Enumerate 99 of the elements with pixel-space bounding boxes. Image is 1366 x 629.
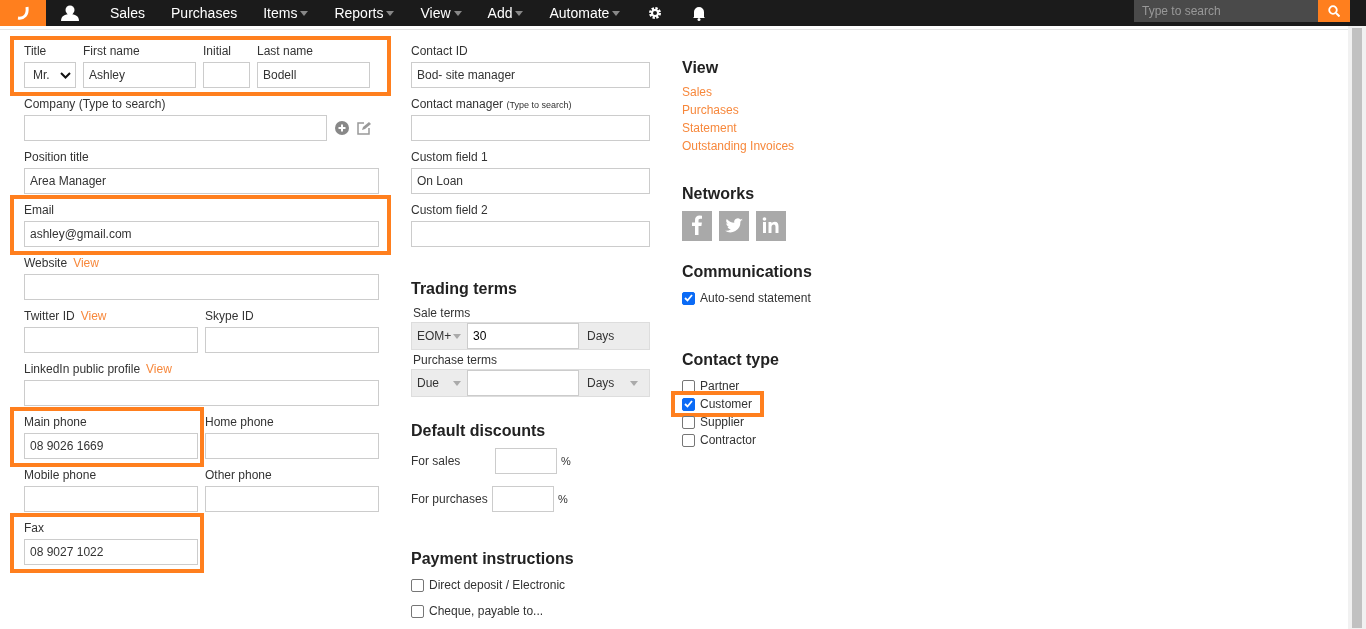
field-label: Custom field 2 bbox=[411, 203, 489, 219]
nav-menu-item[interactable]: Sales bbox=[110, 5, 146, 21]
input-field[interactable] bbox=[24, 115, 327, 141]
input-field[interactable] bbox=[411, 115, 650, 141]
field-label: Fax bbox=[24, 521, 44, 537]
input-field[interactable]: Ashley bbox=[83, 62, 196, 88]
checkbox[interactable] bbox=[682, 291, 695, 305]
nav-menu-item[interactable]: Add bbox=[487, 5, 524, 21]
field-label: Last name bbox=[257, 44, 314, 60]
checkbox-label: Auto-send statement bbox=[700, 291, 811, 305]
field-label: Custom field 1 bbox=[411, 150, 489, 166]
nav-menu-item[interactable]: Automate bbox=[549, 5, 621, 21]
input-field[interactable] bbox=[24, 274, 379, 300]
title-select[interactable]: Mr. bbox=[24, 62, 76, 88]
input-field[interactable]: On Loan bbox=[411, 168, 650, 194]
section-heading: View bbox=[682, 59, 720, 77]
scrollbar[interactable] bbox=[1348, 26, 1366, 629]
nav-menu-item[interactable]: Purchases bbox=[171, 5, 238, 21]
nav-menu-item[interactable]: Items bbox=[263, 5, 309, 21]
search-field[interactable]: Type to search bbox=[1134, 0, 1318, 22]
caret-icon bbox=[630, 380, 638, 386]
checkmark-icon bbox=[684, 400, 693, 408]
edit-icon[interactable] bbox=[357, 121, 372, 135]
field-label: First name bbox=[83, 44, 140, 60]
section-heading: Communications bbox=[682, 263, 813, 281]
checkbox[interactable] bbox=[411, 578, 424, 592]
input-field[interactable] bbox=[24, 486, 198, 512]
field-label: Company (Type to search) bbox=[24, 97, 166, 113]
checkmark-icon bbox=[684, 294, 693, 302]
field-label: Sale terms bbox=[413, 306, 472, 322]
bird-icon[interactable] bbox=[719, 211, 749, 241]
section-heading: Default discounts bbox=[411, 422, 547, 440]
input-field[interactable]: 08 9026 1669 bbox=[24, 433, 198, 459]
section-heading: Payment instructions bbox=[411, 550, 575, 568]
unit-select[interactable]: Days bbox=[579, 376, 648, 390]
percent-label: % bbox=[558, 493, 568, 505]
input-field[interactable]: Bodell bbox=[257, 62, 370, 88]
bell-icon[interactable] bbox=[692, 5, 707, 21]
chevron-icon bbox=[60, 71, 71, 79]
field-label: For sales bbox=[411, 454, 462, 468]
unit-label: Days bbox=[587, 329, 615, 343]
field-label: Twitter ID bbox=[24, 309, 75, 325]
input-field[interactable] bbox=[24, 327, 198, 353]
checkbox-label: Contractor bbox=[700, 433, 757, 447]
field-label: Mobile phone bbox=[24, 468, 97, 484]
person-icon[interactable] bbox=[60, 5, 80, 21]
input-field[interactable]: Area Manager bbox=[24, 168, 379, 194]
section-heading: Networks bbox=[682, 185, 756, 203]
settings-icon[interactable] bbox=[648, 6, 663, 20]
field-label: Website bbox=[24, 256, 68, 272]
input-field[interactable] bbox=[205, 486, 379, 512]
caret-icon bbox=[453, 333, 461, 339]
checkbox[interactable] bbox=[411, 604, 424, 618]
field-label: Other phone bbox=[205, 468, 272, 484]
nav-menu-item[interactable]: View bbox=[420, 5, 462, 21]
input-field[interactable]: Bod- site manager bbox=[411, 62, 650, 88]
field-label: LinkedIn public profile bbox=[24, 362, 141, 378]
field-label: Contact manager (Type to search) bbox=[411, 97, 573, 113]
field-label: Position title bbox=[24, 150, 89, 166]
input-field[interactable] bbox=[492, 486, 554, 512]
checkbox[interactable] bbox=[682, 397, 695, 411]
terms-select[interactable]: Due bbox=[413, 376, 467, 390]
search-icon bbox=[1328, 5, 1340, 17]
input-field[interactable]: 08 9027 1022 bbox=[24, 539, 198, 565]
input-field[interactable] bbox=[205, 433, 379, 459]
field-label: Email bbox=[24, 203, 54, 219]
terms-select[interactable]: EOM+ bbox=[413, 329, 467, 343]
field-label: Contact ID bbox=[411, 44, 469, 60]
field-label: Initial bbox=[203, 44, 231, 60]
input-field[interactable] bbox=[495, 448, 557, 474]
linkedin-icon[interactable] bbox=[756, 211, 786, 241]
checkbox-label: Customer bbox=[700, 397, 752, 411]
section-heading: Contact type bbox=[682, 351, 780, 369]
field-label: Home phone bbox=[205, 415, 274, 431]
input-field[interactable] bbox=[24, 380, 379, 406]
input-field[interactable] bbox=[467, 370, 579, 396]
facebook-icon[interactable] bbox=[682, 211, 712, 241]
field-label: Title bbox=[24, 44, 47, 60]
caret-icon bbox=[453, 380, 461, 386]
checkbox[interactable] bbox=[682, 433, 695, 447]
checkbox-label: Partner bbox=[700, 379, 740, 393]
nav-menu-item[interactable]: Reports bbox=[334, 5, 395, 21]
field-label: Main phone bbox=[24, 415, 87, 431]
logo[interactable] bbox=[0, 0, 46, 26]
search-button[interactable] bbox=[1318, 0, 1350, 22]
field-label: Skype ID bbox=[205, 309, 254, 325]
field-label: Purchase terms bbox=[413, 353, 499, 369]
percent-label: % bbox=[561, 455, 571, 467]
input-field[interactable]: ashley@gmail.com bbox=[24, 221, 379, 247]
checkbox-label: Direct deposit / Electronic bbox=[429, 578, 566, 592]
input-field[interactable] bbox=[205, 327, 379, 353]
field-label: For purchases bbox=[411, 492, 489, 506]
input-field[interactable] bbox=[411, 221, 650, 247]
checkbox-label: Cheque, payable to... bbox=[429, 604, 544, 618]
input-field[interactable]: 30 bbox=[467, 323, 579, 349]
input-field[interactable] bbox=[203, 62, 250, 88]
checkbox-label: Supplier bbox=[700, 415, 745, 429]
section-heading: Trading terms bbox=[411, 280, 518, 298]
add-icon[interactable] bbox=[335, 121, 349, 135]
